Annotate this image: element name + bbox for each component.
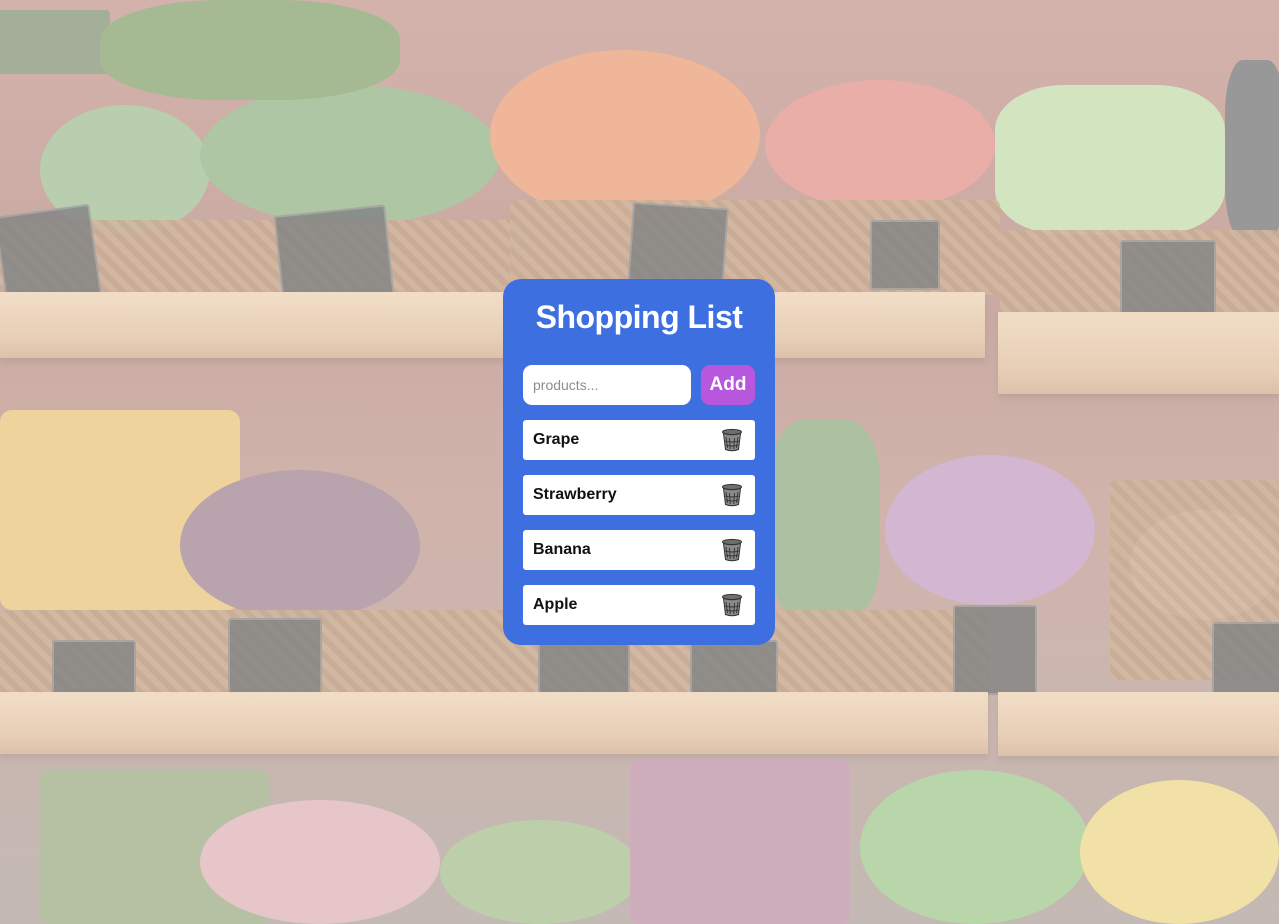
item-label: Banana bbox=[533, 541, 591, 558]
trash-icon[interactable] bbox=[721, 428, 743, 452]
item-label: Strawberry bbox=[533, 486, 617, 503]
product-input[interactable] bbox=[523, 365, 691, 405]
item-label: Grape bbox=[533, 431, 580, 448]
page-title: Shopping List bbox=[535, 299, 743, 335]
list-item: Grape bbox=[523, 420, 755, 460]
shopping-list-card: Shopping List Add Grape Strawberry bbox=[503, 279, 775, 645]
trash-icon[interactable] bbox=[721, 593, 743, 617]
shopping-items-list: Grape Strawberry Banana Apple bbox=[523, 420, 755, 625]
list-item: Strawberry bbox=[523, 475, 755, 515]
add-button[interactable]: Add bbox=[701, 365, 755, 405]
item-label: Apple bbox=[533, 596, 578, 613]
list-item: Banana bbox=[523, 530, 755, 570]
add-product-form: Add bbox=[523, 365, 755, 405]
trash-icon[interactable] bbox=[721, 538, 743, 562]
list-item: Apple bbox=[523, 585, 755, 625]
trash-icon[interactable] bbox=[721, 483, 743, 507]
